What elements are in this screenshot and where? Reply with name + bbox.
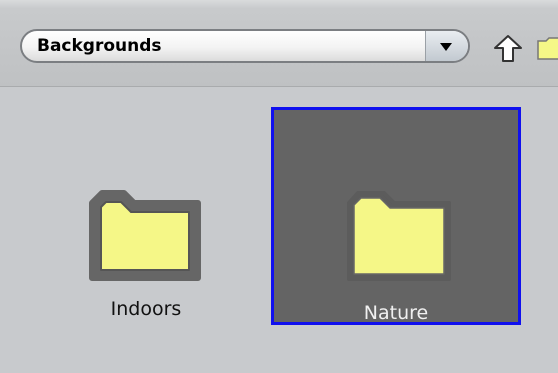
file-browser-content: Indoors Nature [0,87,558,373]
up-arrow-icon [494,35,522,62]
new-folder-button[interactable] [536,33,558,63]
folder-icon [537,37,558,60]
toolbar-edge [0,0,558,8]
folder-item-nature[interactable]: Nature [271,107,521,325]
dropdown-arrow-button[interactable] [425,31,468,61]
toolbar: Backgrounds [0,0,558,87]
location-dropdown[interactable]: Backgrounds [20,29,470,63]
folder-label: Indoors [110,298,182,320]
location-dropdown-value: Backgrounds [37,36,162,56]
folder-label: Nature [363,302,429,324]
folder-icon [347,191,451,281]
folder-item-indoors[interactable]: Indoors [78,172,214,332]
up-folder-button[interactable] [492,33,524,65]
folder-icon [89,190,201,281]
chevron-down-icon [440,43,452,51]
